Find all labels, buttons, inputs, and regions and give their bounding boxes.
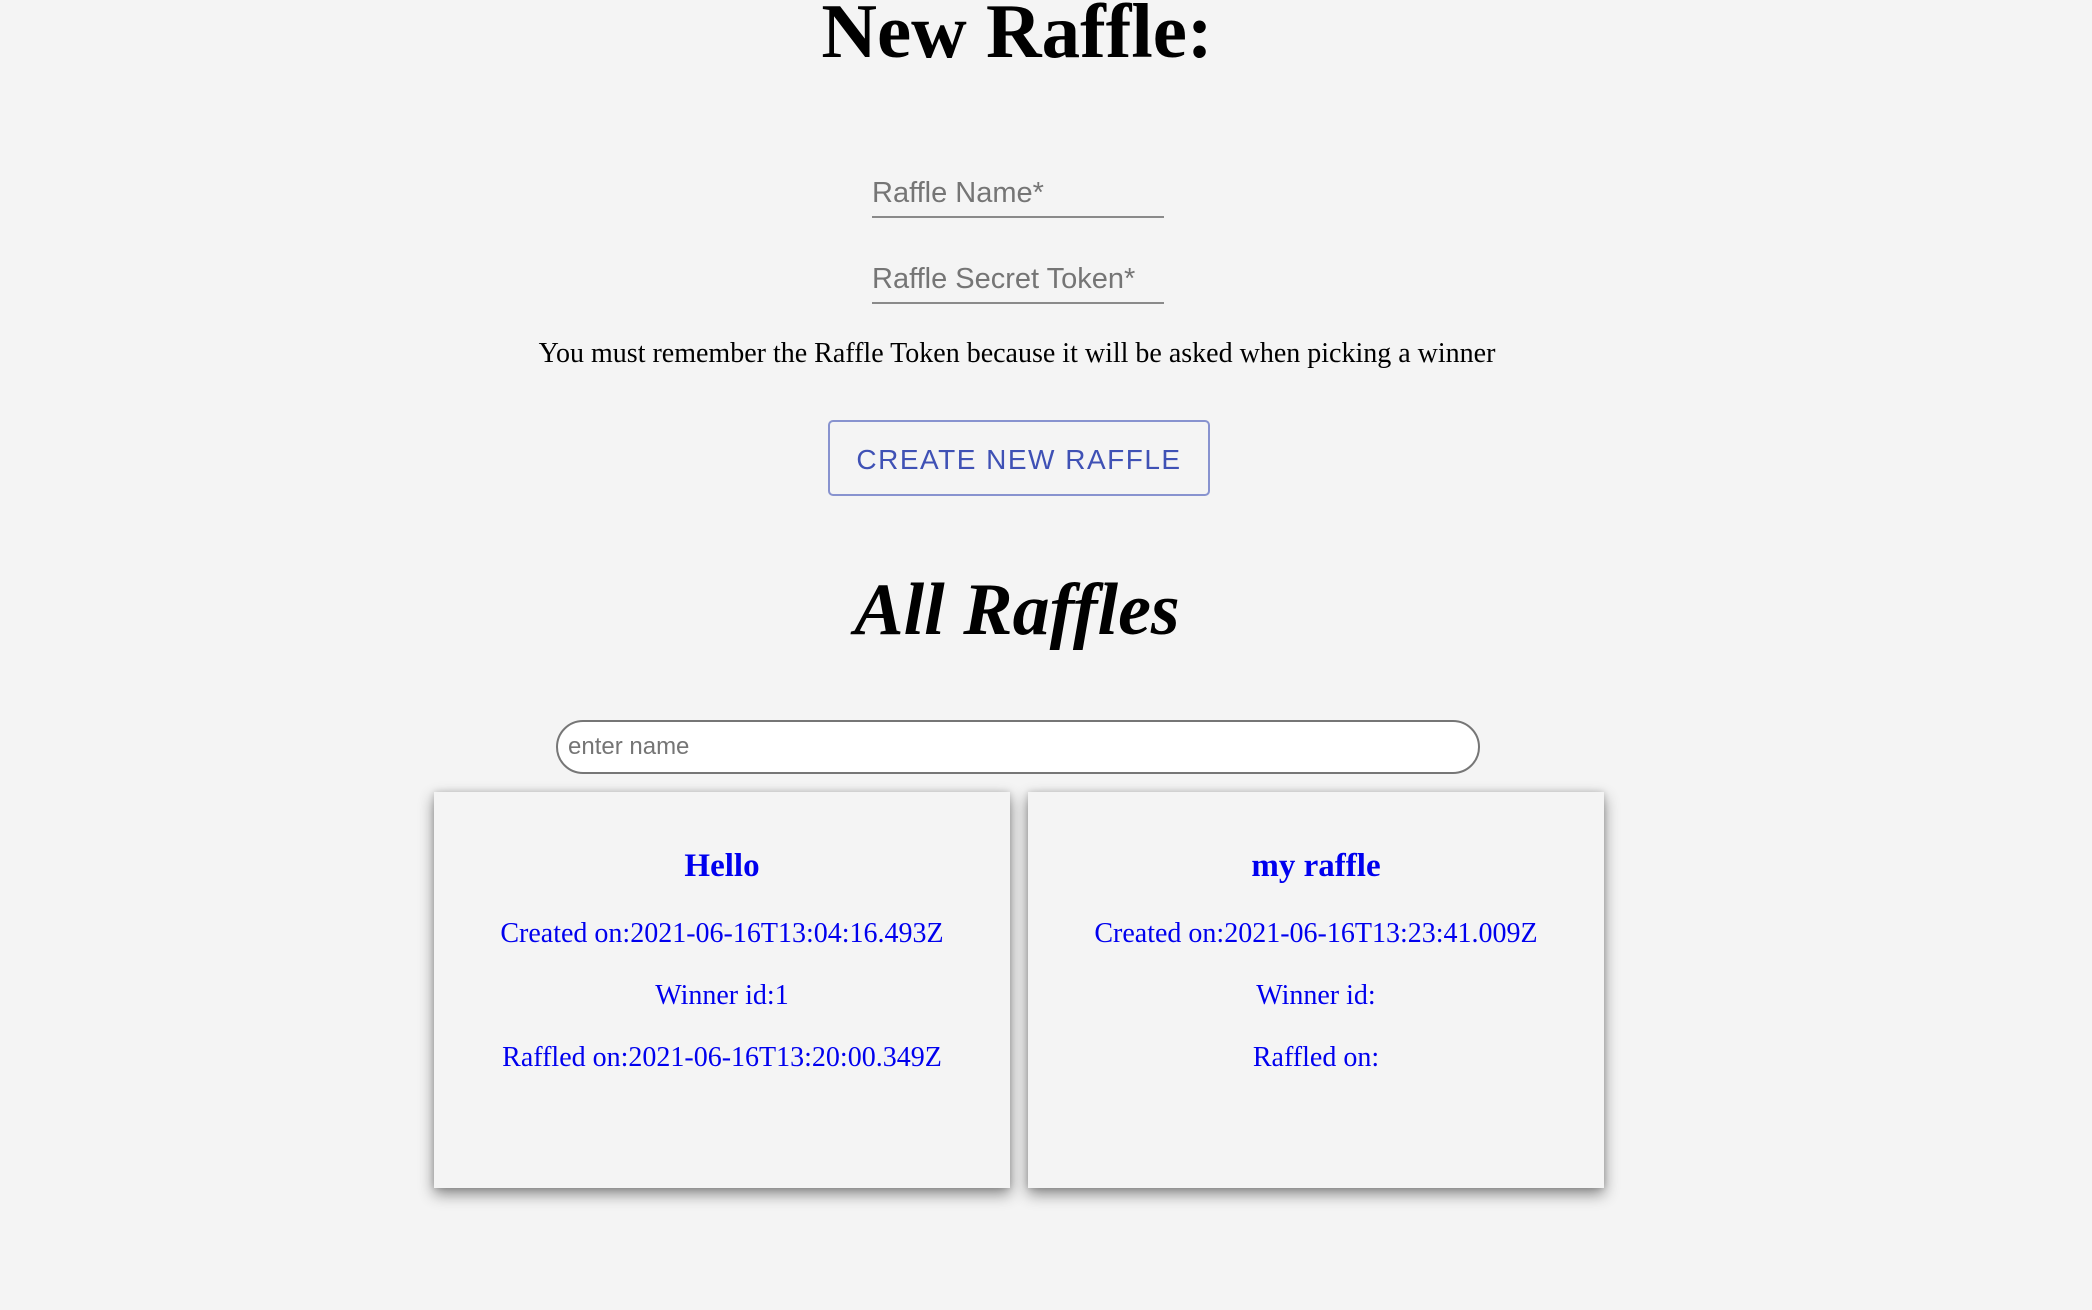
raffle-card[interactable]: my raffle Created on:2021-06-16T13:23:41…	[1028, 792, 1604, 1188]
raffle-winner-id: Winner id:1	[655, 980, 789, 1011]
page: New Raffle: You must remember the Raffle…	[0, 0, 2092, 1310]
new-raffle-heading: New Raffle:	[821, 0, 1213, 74]
create-new-raffle-button[interactable]: CREATE NEW RAFFLE	[828, 420, 1210, 496]
raffle-raffled-on: Raffled on:	[1252, 1042, 1380, 1073]
all-raffles-heading: All Raffles	[854, 569, 1180, 651]
raffle-token-input[interactable]	[872, 256, 1164, 302]
raffle-raffled-on: Raffled on:2021-06-16T13:20:00.349Z	[502, 1042, 942, 1073]
raffle-card[interactable]: Hello Created on:2021-06-16T13:04:16.493…	[434, 792, 1010, 1188]
raffle-name-input[interactable]	[872, 170, 1164, 216]
raffle-created-on: Created on:2021-06-16T13:23:41.009Z	[1094, 918, 1538, 949]
raffle-search-input[interactable]	[558, 722, 1478, 772]
raffle-card-title[interactable]: my raffle	[1028, 844, 1604, 888]
token-notice: You must remember the Raffle Token becau…	[538, 338, 1496, 369]
raffle-name-field[interactable]	[872, 170, 1164, 218]
raffle-search-field[interactable]	[556, 720, 1480, 774]
raffle-card-title[interactable]: Hello	[434, 844, 1010, 888]
raffle-winner-id: Winner id:	[1256, 980, 1376, 1011]
raffle-created-on: Created on:2021-06-16T13:04:16.493Z	[500, 918, 944, 949]
raffle-token-field[interactable]	[872, 256, 1164, 304]
